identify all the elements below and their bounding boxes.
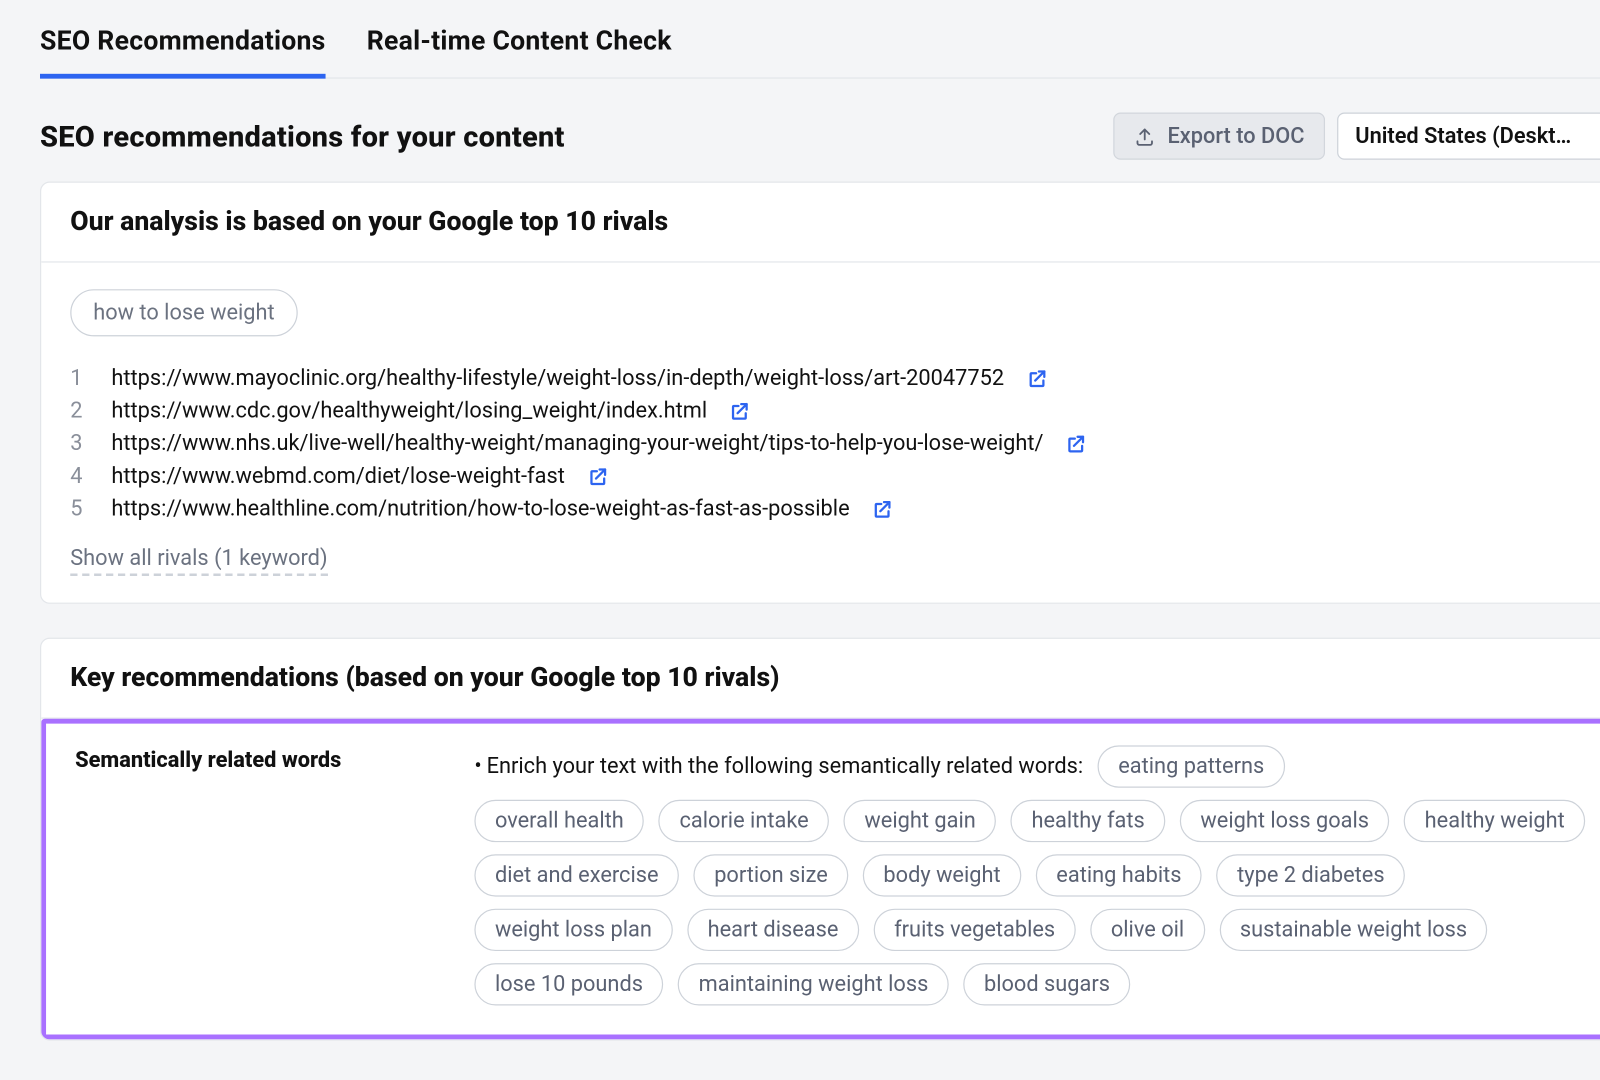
- rival-number: 3: [70, 431, 89, 456]
- keyword-pill[interactable]: how to lose weight: [70, 289, 297, 336]
- external-link-icon[interactable]: [1026, 367, 1048, 389]
- semantic-word-pill[interactable]: olive oil: [1090, 909, 1205, 951]
- locale-select[interactable]: United States (Deskt…: [1337, 113, 1600, 160]
- rival-number: 2: [70, 398, 89, 423]
- page-header: SEO recommendations for your content Exp…: [40, 113, 1600, 160]
- tabs: SEO Recommendations Real-time Content Ch…: [40, 0, 1600, 79]
- analysis-card-body: how to lose weight 1 https://www.mayoclin…: [41, 263, 1600, 603]
- rival-row: 3 https://www.nhs.uk/live-well/healthy-we…: [70, 426, 1600, 459]
- semantic-words-label: Semantically related words: [75, 745, 438, 1005]
- rival-url: https://www.nhs.uk/live-well/healthy-wei…: [111, 431, 1043, 456]
- locale-select-label: United States (Deskt…: [1355, 123, 1571, 148]
- rival-row: 4 https://www.webmd.com/diet/lose-weight-…: [70, 459, 1600, 492]
- semantic-word-pill[interactable]: eating habits: [1036, 854, 1202, 896]
- rival-url: https://www.webmd.com/diet/lose-weight-f…: [111, 463, 564, 488]
- semantic-word-pill[interactable]: weight gain: [844, 800, 997, 842]
- semantic-word-pill[interactable]: diet and exercise: [474, 854, 679, 896]
- rival-row: 2 https://www.cdc.gov/healthyweight/losin…: [70, 393, 1600, 426]
- rival-number: 1: [70, 365, 89, 390]
- semantic-word-pill[interactable]: blood sugars: [963, 963, 1130, 1005]
- semantic-word-pill[interactable]: eating patterns: [1098, 745, 1285, 787]
- semantic-word-pill[interactable]: calorie intake: [659, 800, 829, 842]
- rival-number: 4: [70, 463, 89, 488]
- semantic-word-pill[interactable]: sustainable weight loss: [1219, 909, 1487, 951]
- rival-number: 5: [70, 496, 89, 521]
- export-button-label: Export to DOC: [1167, 123, 1304, 148]
- semantic-word-pill[interactable]: portion size: [694, 854, 849, 896]
- upload-icon: [1134, 125, 1156, 147]
- rivals-list: 1 https://www.mayoclinic.org/healthy-life…: [70, 361, 1600, 524]
- tab-seo-recommendations[interactable]: SEO Recommendations: [40, 19, 326, 78]
- semantic-word-pill[interactable]: healthy weight: [1404, 800, 1585, 842]
- semantic-word-pill[interactable]: body weight: [863, 854, 1021, 896]
- tab-realtime-content-check[interactable]: Real-time Content Check: [367, 19, 672, 78]
- external-link-icon[interactable]: [587, 465, 609, 487]
- semantic-word-pill[interactable]: heart disease: [687, 909, 859, 951]
- semantic-words-lead: •Enrich your text with the following sem…: [474, 754, 1083, 779]
- rival-url: https://www.cdc.gov/healthyweight/losing…: [111, 398, 707, 423]
- semantic-word-pill[interactable]: overall health: [474, 800, 644, 842]
- rival-url: https://www.mayoclinic.org/healthy-lifes…: [111, 365, 1004, 390]
- key-rec-card: Key recommendations (based on your Googl…: [40, 638, 1600, 1041]
- semantic-words-highlight: Semantically related words •Enrich your …: [41, 719, 1600, 1040]
- semantic-word-pill[interactable]: maintaining weight loss: [678, 963, 949, 1005]
- semantic-word-pill[interactable]: type 2 diabetes: [1217, 854, 1406, 896]
- key-rec-title: Key recommendations (based on your Googl…: [41, 639, 1600, 719]
- rival-url: https://www.healthline.com/nutrition/how…: [111, 496, 849, 521]
- external-link-icon[interactable]: [871, 498, 893, 520]
- semantic-word-pill[interactable]: healthy fats: [1011, 800, 1165, 842]
- semantic-words-content: •Enrich your text with the following sem…: [474, 745, 1600, 1005]
- semantic-word-pill[interactable]: fruits vegetables: [874, 909, 1076, 951]
- semantic-word-pill[interactable]: weight loss goals: [1180, 800, 1390, 842]
- analysis-card: Our analysis is based on your Google top…: [40, 182, 1600, 604]
- show-all-rivals-link[interactable]: Show all rivals (1 keyword): [70, 546, 327, 576]
- semantic-word-pill[interactable]: weight loss plan: [474, 909, 672, 951]
- analysis-card-title: Our analysis is based on your Google top…: [41, 183, 1600, 263]
- export-to-doc-button[interactable]: Export to DOC: [1113, 113, 1325, 160]
- rival-row: 5 https://www.healthline.com/nutrition/ho…: [70, 491, 1600, 524]
- header-actions: Export to DOC United States (Deskt…: [1113, 113, 1600, 160]
- external-link-icon[interactable]: [1065, 433, 1087, 455]
- rival-row: 1 https://www.mayoclinic.org/healthy-life…: [70, 361, 1600, 394]
- external-link-icon[interactable]: [729, 400, 751, 422]
- page-title: SEO recommendations for your content: [40, 119, 565, 153]
- semantic-words-pills: overall health calorie intake weight gain h…: [474, 800, 1600, 1006]
- semantic-word-pill[interactable]: lose 10 pounds: [474, 963, 663, 1005]
